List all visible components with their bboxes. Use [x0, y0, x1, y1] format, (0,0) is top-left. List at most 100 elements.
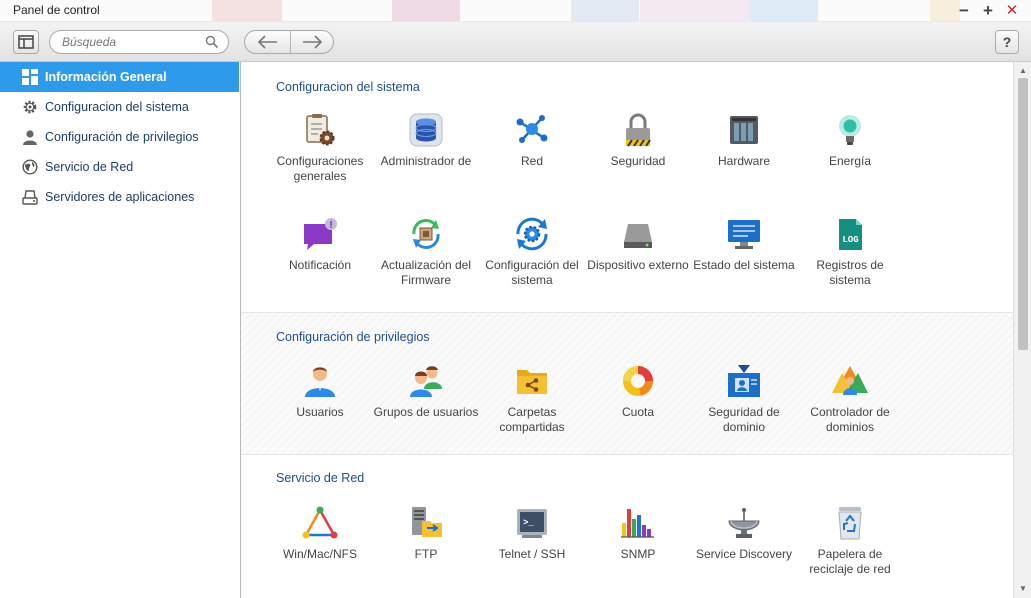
- scroll-thumb[interactable]: [1018, 78, 1028, 350]
- app-label: Configuración del sistema: [485, 258, 579, 287]
- gear-icon: [23, 100, 37, 114]
- scroll-down-arrow-icon[interactable]: ▼: [1014, 582, 1031, 596]
- notification-icon: !: [304, 218, 337, 250]
- scroll-up-arrow-icon[interactable]: ▲: [1014, 64, 1031, 78]
- app-administrador[interactable]: Administrador de: [373, 112, 479, 202]
- sidebar-item-label: Servicio de Red: [45, 160, 134, 174]
- app-telnet-ssh[interactable]: >_ Telnet / SSH: [479, 505, 585, 595]
- section-title: Configuracion del sistema: [276, 80, 420, 94]
- satellite-dish-icon: [728, 508, 760, 538]
- app-hardware[interactable]: Hardware: [691, 112, 797, 202]
- domain-security-icon: [728, 365, 760, 397]
- app-label: Controlador de dominios: [810, 405, 890, 434]
- app-registros-sistema[interactable]: LOG Registros de sistema: [797, 216, 903, 306]
- external-drive-icon: [624, 224, 652, 248]
- search-box[interactable]: [49, 30, 229, 54]
- app-label: Win/Mac/NFS: [282, 547, 357, 561]
- app-seguridad[interactable]: Seguridad: [585, 112, 691, 202]
- app-configuracion-del-sistema[interactable]: Configuración del sistema: [479, 216, 585, 306]
- app-red[interactable]: Red: [479, 112, 585, 202]
- search-icon[interactable]: [205, 35, 219, 49]
- banner-decoration: [212, 0, 282, 21]
- sidebar-item-label: Configuracion del sistema: [45, 100, 189, 114]
- app-label: FTP: [414, 547, 438, 561]
- sidebar-item-servidores-aplicaciones[interactable]: Servidores de aplicaciones: [0, 182, 239, 212]
- vertical-scrollbar[interactable]: ▲ ▼: [1013, 62, 1031, 598]
- svg-text:>_: >_: [523, 518, 534, 528]
- log-file-icon: LOG: [839, 219, 862, 250]
- sidebar: Información General Configuracion del si…: [0, 62, 241, 598]
- domain-controller-icon: [832, 366, 868, 395]
- firmware-update-icon: [412, 219, 440, 249]
- terminal-icon: >_: [517, 509, 547, 538]
- section-configuracion-sistema: Configuracion del sistema Configuracione…: [241, 62, 1013, 312]
- app-label: Notificación: [288, 258, 352, 272]
- sidebar-item-informacion-general[interactable]: Información General: [0, 62, 239, 92]
- app-label: Red: [520, 154, 543, 168]
- app-label: Cuota: [621, 405, 655, 419]
- sidebar-layout-icon: [18, 35, 34, 49]
- user-icon: [23, 130, 37, 145]
- app-grupos-usuarios[interactable]: Grupos de usuarios: [373, 363, 479, 453]
- triangle-network-icon: [302, 506, 338, 539]
- monitor-icon: [728, 220, 760, 249]
- app-configuraciones-generales[interactable]: Configuraciones generales: [267, 112, 373, 202]
- app-label: Telnet / SSH: [498, 547, 566, 561]
- arrow-right-icon: [303, 35, 323, 49]
- quota-pie-icon: [623, 366, 653, 396]
- network-icon: [516, 115, 548, 143]
- app-label: Administrador de: [380, 154, 472, 168]
- sidebar-item-label: Información General: [45, 70, 167, 84]
- maximize-button[interactable]: +: [978, 1, 998, 21]
- back-button[interactable]: [245, 31, 290, 53]
- sidebar-item-label: Configuración de privilegios: [45, 130, 199, 144]
- app-energia[interactable]: Energía: [797, 112, 903, 202]
- app-win-mac-nfs[interactable]: Win/Mac/NFS: [267, 505, 373, 595]
- app-carpetas-compartidas[interactable]: Carpetas compartidas: [479, 363, 585, 453]
- app-notificacion[interactable]: ! Notificación: [267, 216, 373, 306]
- app-label: Dispositivo externo: [587, 258, 689, 272]
- app-label: Hardware: [717, 154, 771, 168]
- app-seguridad-dominio[interactable]: Seguridad de dominio: [691, 363, 797, 453]
- app-estado-sistema[interactable]: Estado del sistema: [691, 216, 797, 306]
- history-navigation: [244, 30, 334, 54]
- arrow-left-icon: [257, 35, 277, 49]
- user-group-icon: [410, 366, 442, 397]
- server-icon: [22, 190, 38, 205]
- shared-folder-icon: [517, 370, 547, 394]
- app-service-discovery[interactable]: Service Discovery: [691, 505, 797, 595]
- padlock-icon: [626, 113, 651, 147]
- banner-decoration: [571, 0, 639, 21]
- app-controlador-dominios[interactable]: Controlador de dominios: [797, 363, 903, 453]
- sidebar-item-servicio-red[interactable]: Servicio de Red: [0, 152, 239, 182]
- app-label: Seguridad de dominio: [708, 405, 780, 434]
- search-input[interactable]: [62, 34, 202, 50]
- app-label: SNMP: [620, 547, 656, 561]
- sidebar-item-label: Servidores de aplicaciones: [45, 190, 195, 204]
- toolbar: ?: [0, 22, 1031, 62]
- app-dispositivo-externo[interactable]: Dispositivo externo: [585, 216, 691, 306]
- user-icon: [305, 367, 335, 397]
- app-ftp[interactable]: FTP: [373, 505, 479, 595]
- banner-decoration: [640, 0, 750, 21]
- hardware-icon: [730, 116, 758, 144]
- section-servicio-red: Servicio de Red Win/Mac/NFS FTP >_ Telne…: [241, 455, 1013, 598]
- forward-button[interactable]: [290, 31, 333, 53]
- app-cuota[interactable]: Cuota: [585, 363, 691, 453]
- grid-icon: [22, 69, 38, 85]
- close-button[interactable]: ✕: [1002, 1, 1022, 21]
- app-papelera-reciclaje[interactable]: Papelera de reciclaje de red: [797, 505, 903, 595]
- sidebar-item-privilegios[interactable]: Configuración de privilegios: [0, 122, 239, 152]
- help-button[interactable]: ?: [995, 30, 1019, 54]
- app-usuarios[interactable]: Usuarios: [267, 363, 373, 453]
- sidebar-item-configuracion-sistema[interactable]: Configuracion del sistema: [0, 92, 239, 122]
- svg-text:!: !: [329, 220, 332, 231]
- app-actualizacion-firmware[interactable]: Actualización del Firmware: [373, 216, 479, 306]
- bar-chart-icon: [621, 509, 654, 538]
- app-snmp[interactable]: SNMP: [585, 505, 691, 595]
- toggle-sidebar-button[interactable]: [13, 30, 39, 54]
- app-label: Actualización del Firmware: [380, 258, 472, 287]
- app-label: Estado del sistema: [693, 258, 795, 272]
- minimize-button[interactable]: −: [954, 1, 974, 21]
- app-label: Energía: [828, 154, 872, 168]
